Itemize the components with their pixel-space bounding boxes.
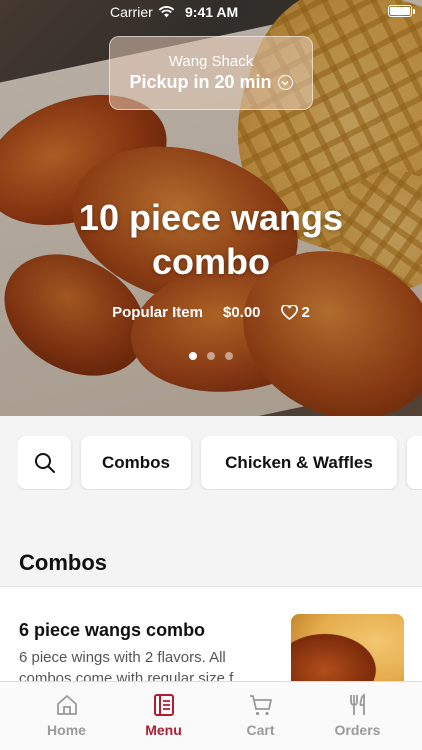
menu-icon [153, 694, 174, 716]
clock: 9:41 AM [185, 4, 239, 20]
tab-cart[interactable]: Cart [212, 682, 309, 750]
item-name: 6 piece wangs combo [19, 620, 206, 640]
wifi-icon [158, 6, 175, 18]
tab-home[interactable]: Home [18, 682, 115, 750]
pickup-time-label: Pickup in 20 min [129, 72, 272, 92]
utensils-icon [349, 693, 365, 715]
hero-banner[interactable]: Carrier 9:41 AM Wang Shack Pickup in 20 … [0, 0, 422, 416]
favorite-button[interactable]: 2 [280, 304, 310, 321]
carousel-dots[interactable] [0, 352, 422, 360]
hero-price: $0.00 [222, 304, 261, 321]
tab-orders[interactable]: Orders [309, 682, 406, 750]
app-screen: Carrier 9:41 AM Wang Shack Pickup in 20 … [0, 0, 422, 750]
favorite-count: 2 [301, 304, 310, 321]
battery-tip [413, 9, 415, 14]
tab-menu[interactable]: Menu [115, 682, 212, 750]
carrier-label: Carrier [110, 4, 153, 20]
tab-label: Cart [246, 722, 275, 738]
carousel-dot[interactable] [207, 352, 215, 360]
search-button[interactable] [18, 436, 71, 489]
hero-title: 10 piece wangs combo [78, 197, 344, 282]
category-bar: Combos Chicken & Waffles [18, 436, 422, 490]
pickup-selector[interactable]: Wang Shack Pickup in 20 min [109, 36, 313, 110]
popular-tag: Popular Item [112, 304, 203, 321]
tab-label: Menu [145, 722, 182, 738]
status-bar: Carrier 9:41 AM [0, 0, 422, 24]
search-icon [34, 452, 55, 473]
category-chip-chicken-waffles[interactable]: Chicken & Waffles [201, 436, 397, 489]
hero-meta: Popular Item $0.00 2 [0, 304, 422, 321]
chevron-down-icon [277, 75, 293, 90]
tab-bar: Home Menu Cart Orders [0, 681, 422, 750]
battery-icon [388, 5, 412, 17]
carousel-dot[interactable] [189, 352, 197, 360]
tab-label: Home [47, 722, 86, 738]
home-icon [56, 695, 77, 715]
carousel-dot[interactable] [225, 352, 233, 360]
cart-icon [249, 695, 272, 716]
tab-label: Orders [334, 722, 381, 738]
section-title: Combos [19, 550, 107, 575]
carrier: Carrier [110, 4, 175, 20]
category-chip-partial[interactable] [407, 436, 422, 489]
pickup-time-row: Pickup in 20 min [110, 72, 312, 93]
heart-icon [280, 305, 298, 320]
store-name: Wang Shack [168, 53, 254, 70]
category-chip-combos[interactable]: Combos [81, 436, 191, 489]
